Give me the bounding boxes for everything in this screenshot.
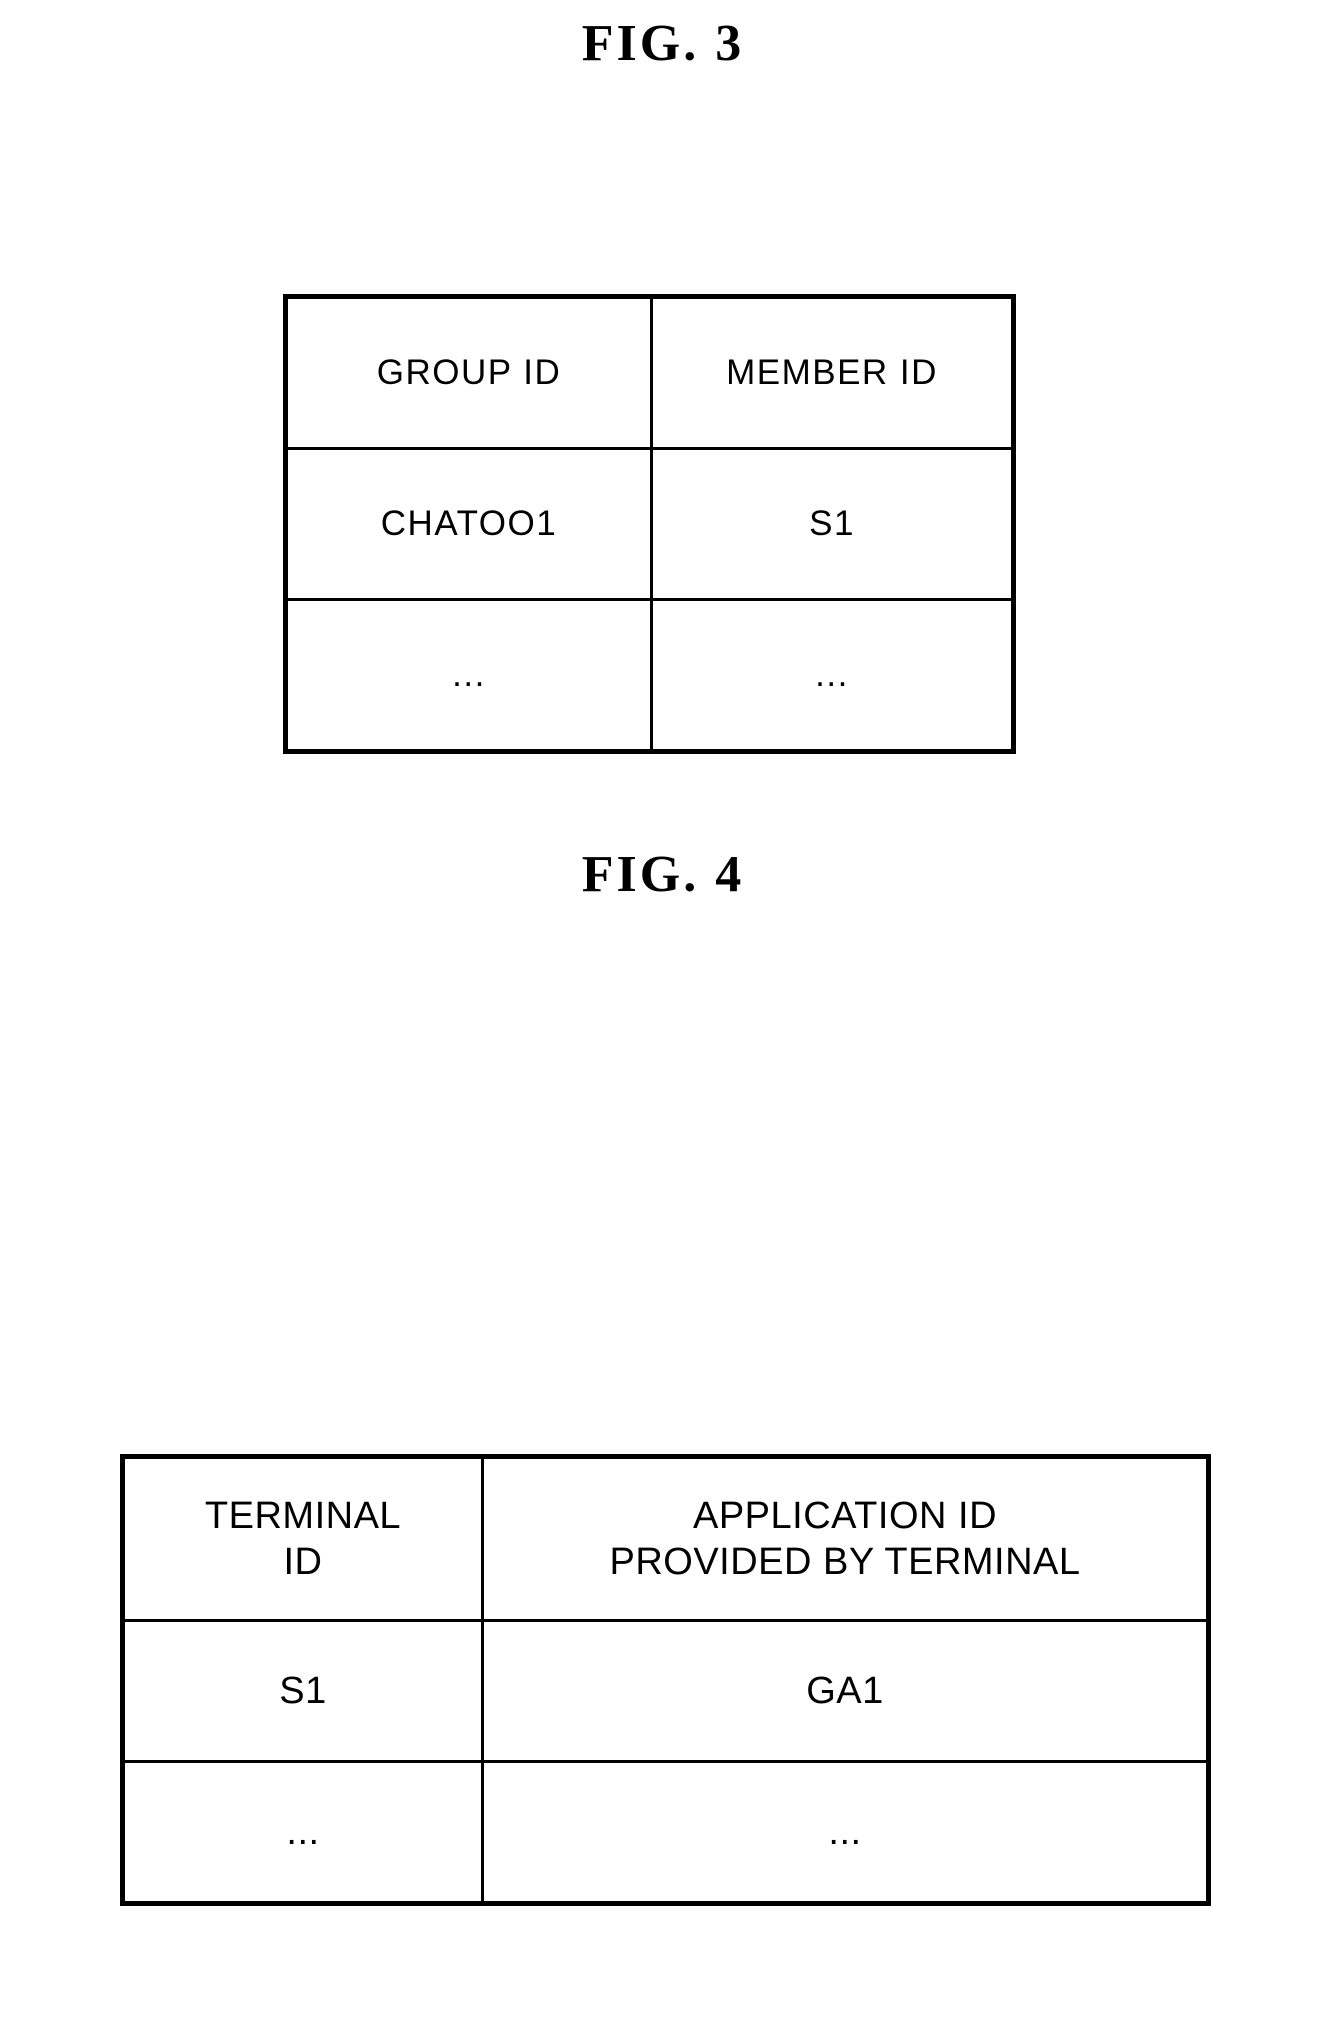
table-row: S1 GA1	[121, 1619, 1210, 1763]
table-row-ellipsis: ... ...	[121, 1760, 1210, 1905]
table-header-row: TERMINAL ID APPLICATION ID PROVIDED BY T…	[121, 1455, 1210, 1622]
cell-application-id-value: GA1	[481, 1619, 1210, 1763]
cell-terminal-id-ellipsis: ...	[121, 1760, 484, 1905]
cell-group-id-ellipsis: ...	[284, 598, 653, 753]
column-header-terminal-id-line2: ID	[283, 1541, 323, 1583]
cell-member-id-value: S1	[650, 447, 1015, 601]
column-header-application-id-line2: PROVIDED BY TERMINAL	[609, 1541, 1081, 1583]
cell-member-id-ellipsis: ...	[650, 598, 1015, 753]
terminal-application-table: TERMINAL ID APPLICATION ID PROVIDED BY T…	[120, 1454, 1211, 1906]
column-header-application-id: APPLICATION ID PROVIDED BY TERMINAL	[481, 1455, 1210, 1622]
column-header-terminal-id-line1: TERMINAL	[204, 1494, 402, 1537]
cell-application-id-ellipsis: ...	[481, 1760, 1210, 1905]
table-header-row: GROUP ID MEMBER ID	[284, 295, 1015, 450]
cell-terminal-id-value: S1	[121, 1619, 484, 1763]
table-row-ellipsis: ... ...	[284, 598, 1015, 753]
figure-4-label: FIG. 4	[581, 846, 745, 903]
group-member-table: GROUP ID MEMBER ID CHATOO1 S1 ... ...	[283, 294, 1016, 754]
column-header-member-id: MEMBER ID	[650, 295, 1015, 450]
column-header-group-id: GROUP ID	[284, 295, 653, 450]
table-row: CHATOO1 S1	[284, 447, 1015, 601]
cell-group-id-value: CHATOO1	[284, 447, 653, 601]
column-header-terminal-id: TERMINAL ID	[121, 1455, 484, 1622]
column-header-application-id-line1: APPLICATION ID	[692, 1494, 998, 1537]
figure-3-label: FIG. 3	[581, 15, 745, 72]
